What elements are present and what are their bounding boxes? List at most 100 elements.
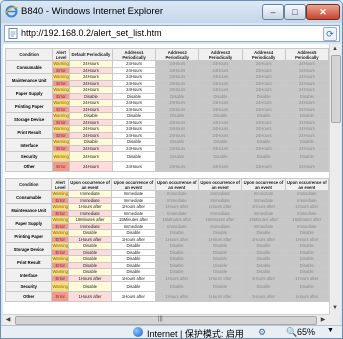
table-row: Security Warning Disable Disable Disable Disa… (4, 281, 329, 292)
alert-setting-cell[interactable]: Disable (241, 281, 286, 292)
alert-setting-cell[interactable]: 24Hours (198, 161, 243, 172)
alert-setting-cell[interactable]: 24Hours (68, 151, 113, 162)
minimize-icon: – (270, 7, 276, 17)
column-header: Address3 Periodically (198, 48, 243, 61)
address-bar[interactable]: http://192.168.0.2/alert_set_list.htm ⟳ (4, 25, 340, 42)
condition-label: Storage Device (4, 112, 54, 126)
close-button[interactable]: ✕ (306, 4, 340, 20)
alert-setting-cell[interactable]: Disable (241, 151, 286, 162)
scroll-down-icon[interactable]: ▼ (330, 303, 340, 313)
alert-level-badge: Warning (52, 112, 70, 120)
alert-setting-cell[interactable]: Disable (197, 281, 243, 292)
alert-setting-cell[interactable]: 1Hours after (284, 291, 329, 302)
scroll-left-icon[interactable]: ◀ (3, 315, 13, 325)
header-row: Condition Alert Level Upon occurrence of a… (4, 178, 329, 191)
grip-icon: ||| (158, 316, 163, 322)
table-row: Security Warning 24Hours Disable Disable Disa… (4, 151, 329, 162)
condition-label: Print Result (4, 255, 53, 269)
protected-mode-icon[interactable]: ⚙ (258, 327, 268, 337)
alert-setting-cell[interactable]: 24Hours (111, 161, 157, 172)
condition-label: Maintenance Unit (4, 203, 53, 217)
vertical-scrollbar[interactable]: ▲ ▼ (329, 44, 341, 314)
alert-level-badge: Warning (52, 99, 70, 107)
alert-level-badge: Warning (51, 281, 69, 292)
alert-level-badge: Warning (52, 73, 70, 81)
alert-level-badge: Warning (51, 229, 69, 237)
alert-level-badge: Warning (52, 125, 70, 133)
column-header: Address4 Periodically (241, 48, 286, 61)
minimize-button[interactable]: – (262, 4, 284, 20)
alert-level-badge: Warning (51, 190, 69, 198)
horizontal-scrollbar[interactable]: ◀ ||| ▶ (3, 314, 329, 325)
column-header: Upon occurrence of an event (284, 178, 329, 191)
scroll-up-icon[interactable]: ▲ (330, 44, 340, 54)
alert-setting-cell[interactable]: Disable (198, 151, 243, 162)
condition-label: Security (4, 281, 53, 292)
alert-setting-cell[interactable]: 24Hours (241, 161, 286, 172)
column-header: Address1 Periodically (111, 48, 157, 61)
column-header: Address2 Periodically (155, 48, 200, 61)
internet-explorer-icon (5, 5, 18, 18)
alert-level-badge: Error (52, 161, 70, 172)
security-zone-text[interactable]: Internet | 保护模式: 启用 (147, 327, 244, 338)
column-header: Condition (4, 178, 53, 191)
zoom-icon[interactable]: 🔍 (286, 327, 297, 338)
compatibility-view-icon[interactable]: ⟳ (323, 27, 337, 41)
maximize-icon: □ (292, 7, 298, 17)
page-icon (8, 28, 18, 39)
window-title: B840 - Windows Internet Explorer (21, 6, 164, 17)
condition-label: Maintenance Unit (4, 73, 54, 87)
alert-setting-cell[interactable]: Disable (155, 151, 200, 162)
alert-setting-cell[interactable]: Disable (284, 281, 329, 292)
close-icon: ✕ (319, 7, 327, 17)
chevron-down-icon[interactable]: ▼ (327, 327, 334, 334)
condition-label: Print Result (4, 125, 54, 139)
alert-setting-cell[interactable]: 1Hours after (241, 291, 286, 302)
alert-setting-cell[interactable]: Disable (67, 281, 113, 292)
alert-setting-cell[interactable]: 1Hours after (111, 291, 156, 302)
condition-label: Interface (4, 138, 54, 152)
alert-level-badge: Warning (52, 60, 70, 68)
alert-setting-cell[interactable]: 24Hours (68, 161, 113, 172)
alert-level-badge: Error (51, 291, 69, 302)
alert-level-badge: Warning (51, 242, 69, 250)
horizontal-scroll-thumb[interactable]: ||| (15, 316, 317, 325)
alert-level-badge: Warning (51, 255, 69, 263)
alert-setting-cell[interactable]: 1Hours after (154, 291, 199, 302)
column-header: Upon occurrence of an event (111, 178, 156, 191)
alert-setting-cell[interactable]: Disable (284, 151, 329, 162)
alert-setting-cell[interactable]: Disable (111, 151, 157, 162)
alert-level-badge: Warning (52, 86, 70, 94)
vertical-scroll-thumb[interactable] (331, 55, 341, 123)
alert-setting-cell[interactable]: 24Hours (284, 161, 329, 172)
condition-label: Other (4, 291, 53, 302)
column-header: Upon occurrence of an event (154, 178, 199, 191)
alert-level-badge: Warning (51, 203, 69, 211)
column-header: Alert Level (51, 178, 69, 191)
browser-window: B840 - Windows Internet Explorer – □ ✕ h… (0, 0, 343, 339)
column-header: Address5 Periodically (284, 48, 329, 61)
column-header: Upon occurrence of an event (241, 178, 286, 191)
url-text[interactable]: http://192.168.0.2/alert_set_list.htm (21, 28, 162, 38)
alert-setting-cell[interactable]: 1Hours after (67, 291, 113, 302)
alert-setting-cell[interactable]: 24Hours (155, 161, 200, 172)
condition-label: Paper Supply (4, 86, 54, 100)
column-header: Upon occurrence of an event (67, 178, 113, 191)
alert-upon-occurrence-table: Condition Alert Level Upon occurrence of a… (4, 178, 329, 302)
globe-icon (133, 327, 143, 337)
condition-label: Consumable (4, 190, 53, 204)
alert-setting-cell[interactable]: 1Hours after (197, 291, 243, 302)
alert-level-badge: Warning (51, 268, 69, 276)
zoom-level[interactable]: 65% (297, 327, 315, 337)
maximize-button[interactable]: □ (284, 4, 306, 20)
scroll-right-icon[interactable]: ▶ (318, 315, 328, 325)
condition-label: Printing Paper (4, 99, 54, 113)
condition-label: Interface (4, 268, 53, 282)
alert-level-badge: Warning (52, 151, 70, 162)
alert-setting-cell[interactable]: Disable (154, 281, 199, 292)
alert-setting-cell[interactable]: Disable (111, 281, 156, 292)
condition-label: Paper Supply (4, 216, 53, 230)
alert-periodically-table: Condition Alert Level Default Periodically… (4, 48, 329, 172)
column-header: Default Periodically (68, 48, 113, 61)
alert-level-badge: Warning (52, 138, 70, 146)
